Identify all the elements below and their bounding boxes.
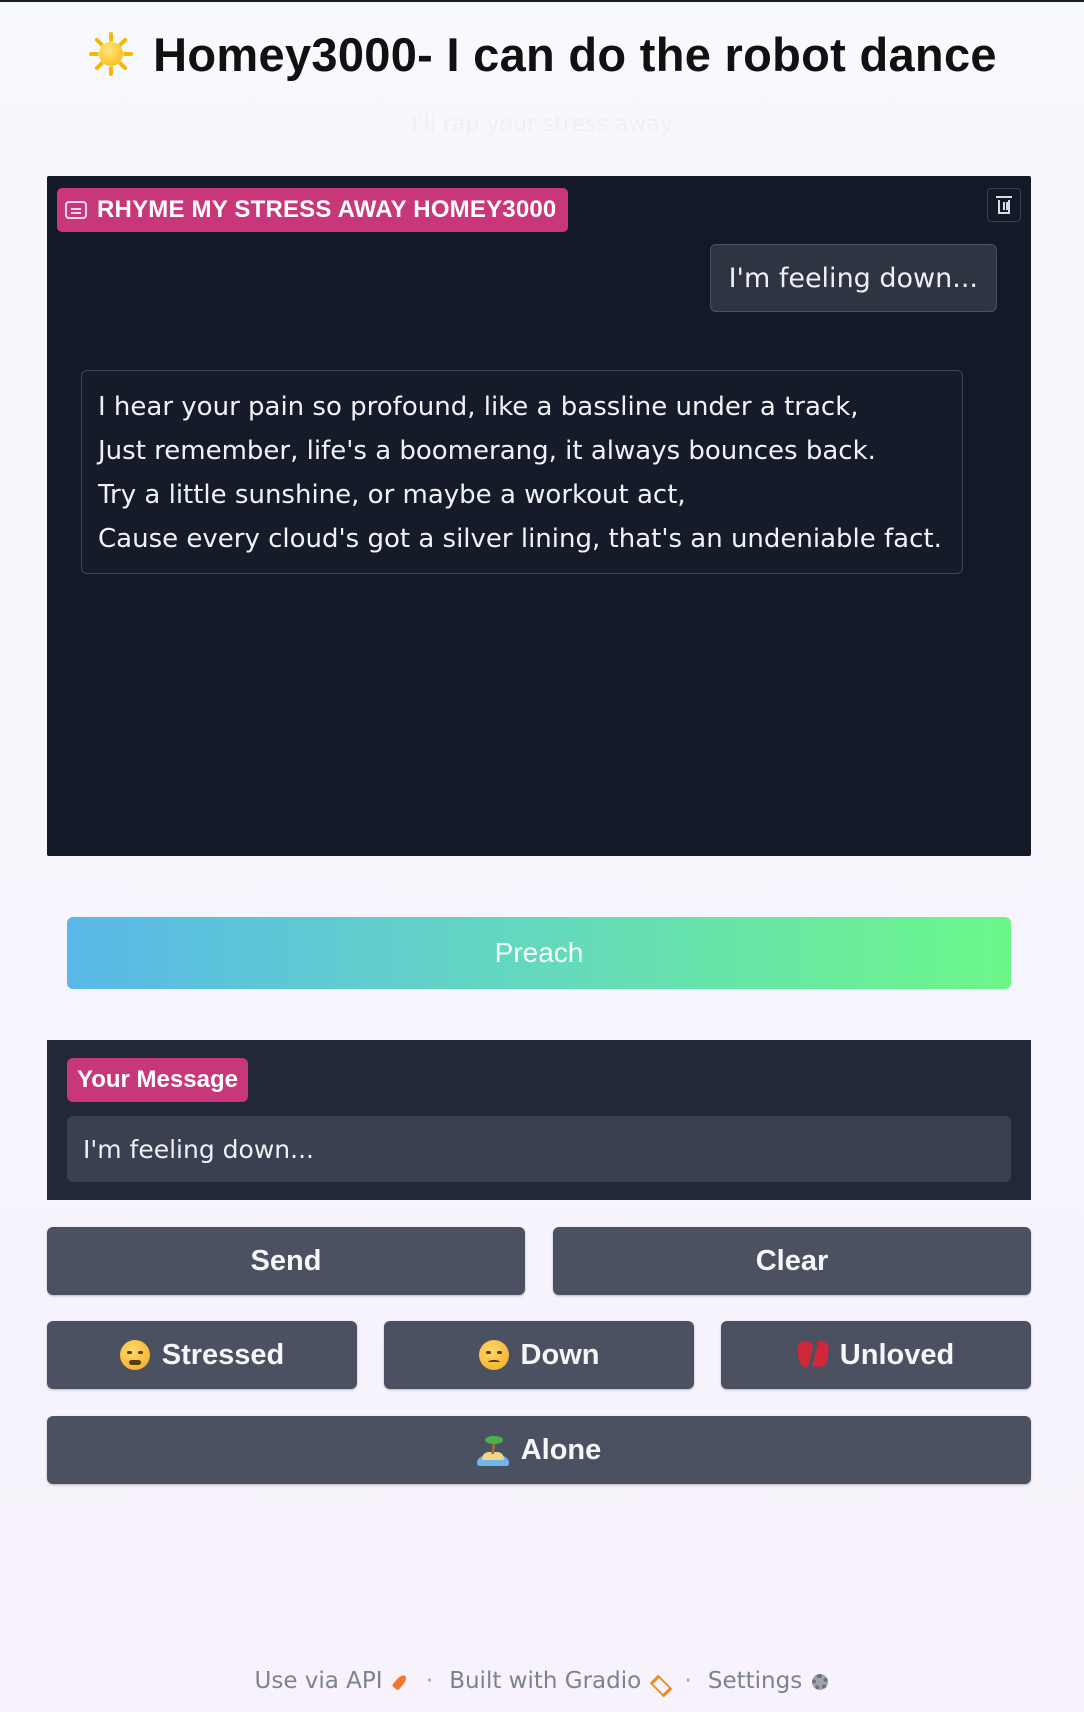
bot-message-line: Try a little sunshine, or maybe a workou… [98,480,686,510]
top-border [0,0,1084,2]
clear-button-label: Clear [755,1244,829,1277]
page-title: Homey3000- I can do the robot dance [153,27,997,81]
built-with-gradio-link[interactable]: Built with Gradio [449,1668,668,1694]
stressed-button-label: Stressed [161,1338,285,1371]
chat-bubble-icon [65,201,87,219]
use-api-label: Use via API [254,1668,383,1694]
footer-separator: · [684,1668,692,1694]
bot-message: I hear your pain so profound, like a bas… [81,370,963,574]
unloved-button-label: Unloved [839,1338,955,1371]
alone-button[interactable]: Alone [47,1416,1031,1484]
chatbot-label-text: RHYME MY STRESS AWAY HOMEY3000 [97,196,557,223]
use-api-link[interactable]: Use via API [255,1668,410,1694]
broken-heart-icon [796,1340,830,1369]
chatbot-label: RHYME MY STRESS AWAY HOMEY3000 [57,188,569,232]
bot-message-line: I hear your pain so profound, like a bas… [98,392,859,422]
message-input[interactable] [67,1116,1011,1182]
footer: Use via API · Built with Gradio · Settin… [0,1668,1084,1694]
desert-island-icon [476,1434,509,1466]
chatbot-panel: RHYME MY STRESS AWAY HOMEY3000 I'm feeli… [47,176,1031,856]
gear-icon [810,1672,830,1692]
tired-face-icon [119,1340,150,1370]
built-with-gradio-label: Built with Gradio [449,1668,642,1694]
down-button-label: Down [520,1338,600,1371]
page-header: Homey3000- I can do the robot dance [0,22,1084,86]
send-button-label: Send [250,1244,322,1277]
message-label: Your Message [67,1058,248,1102]
send-button[interactable]: Send [47,1227,525,1295]
user-message: I'm feeling down... [709,244,997,312]
stressed-button[interactable]: Stressed [47,1321,357,1389]
trash-icon [996,196,1012,214]
preach-button[interactable]: Preach [67,917,1011,989]
bot-message-line: Just remember, life's a boomerang, it al… [98,436,876,466]
bot-message-line: Cause every cloud's got a silver lining,… [98,524,942,554]
message-panel: Your Message [47,1040,1031,1200]
disappointed-face-icon [478,1340,509,1370]
footer-separator: · [425,1668,434,1694]
page-subtitle: I'll rap your stress away [411,112,673,137]
clear-chat-button[interactable] [987,188,1021,222]
settings-link[interactable]: Settings [708,1668,830,1694]
alone-button-label: Alone [520,1433,602,1466]
sun-icon [87,30,135,78]
settings-label: Settings [707,1668,803,1694]
clear-button[interactable]: Clear [553,1227,1031,1295]
unloved-button[interactable]: Unloved [721,1321,1031,1389]
rocket-icon [390,1672,410,1692]
gradio-logo-icon [649,1672,669,1692]
down-button[interactable]: Down [384,1321,694,1389]
